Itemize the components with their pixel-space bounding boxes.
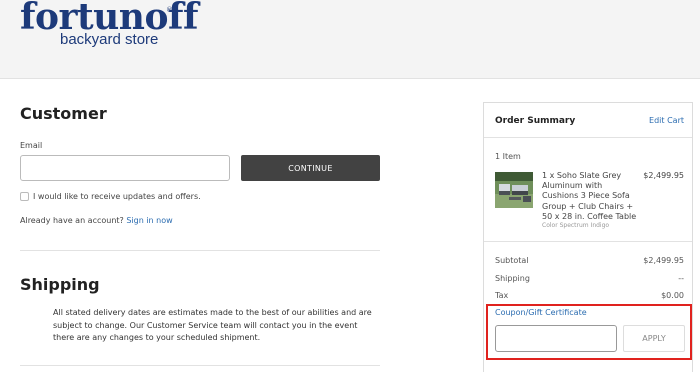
subtotal-value: $2,499.95: [643, 256, 684, 265]
tax-label: Tax: [495, 291, 509, 300]
customer-heading: Customer: [20, 104, 107, 123]
brand-tagline: backyard store: [60, 31, 159, 48]
account-prompt-text: Already have an account?: [20, 216, 124, 225]
shipping-notice: All stated delivery dates are estimates …: [53, 308, 372, 342]
item-price: $2,499.95: [643, 171, 684, 180]
summary-divider: [484, 137, 692, 138]
shipping-heading: Shipping: [20, 275, 100, 294]
section-divider-bottom: [20, 365, 380, 366]
item-variant: Color Spectrum Indigo: [542, 222, 610, 229]
sign-in-link[interactable]: Sign in now: [126, 216, 172, 225]
updates-checkbox-label: I would like to receive updates and offe…: [33, 192, 201, 201]
item-count: 1 Item: [495, 152, 521, 161]
registered-mark: ®: [166, 6, 173, 14]
tax-value: $0.00: [661, 291, 684, 300]
site-header: fortunoff ® backyard store: [0, 0, 700, 79]
item-description: 1 x Soho Slate Grey Aluminum with Cushio…: [542, 171, 637, 221]
order-summary-title: Order Summary: [495, 116, 576, 126]
email-label: Email: [20, 141, 43, 150]
edit-cart-link[interactable]: Edit Cart: [649, 116, 684, 125]
coupon-highlight-box: [486, 304, 692, 360]
shipping-cost-value: --: [678, 274, 684, 283]
checkbox-icon[interactable]: [20, 192, 29, 201]
shipping-cost-label: Shipping: [495, 274, 530, 283]
subtotal-label: Subtotal: [495, 256, 529, 265]
product-thumbnail: [495, 172, 533, 208]
email-field[interactable]: [20, 155, 230, 181]
summary-divider: [484, 241, 692, 242]
continue-button[interactable]: CONTINUE: [241, 155, 380, 181]
account-prompt: Already have an account? Sign in now: [20, 216, 173, 225]
section-divider: [20, 250, 380, 251]
